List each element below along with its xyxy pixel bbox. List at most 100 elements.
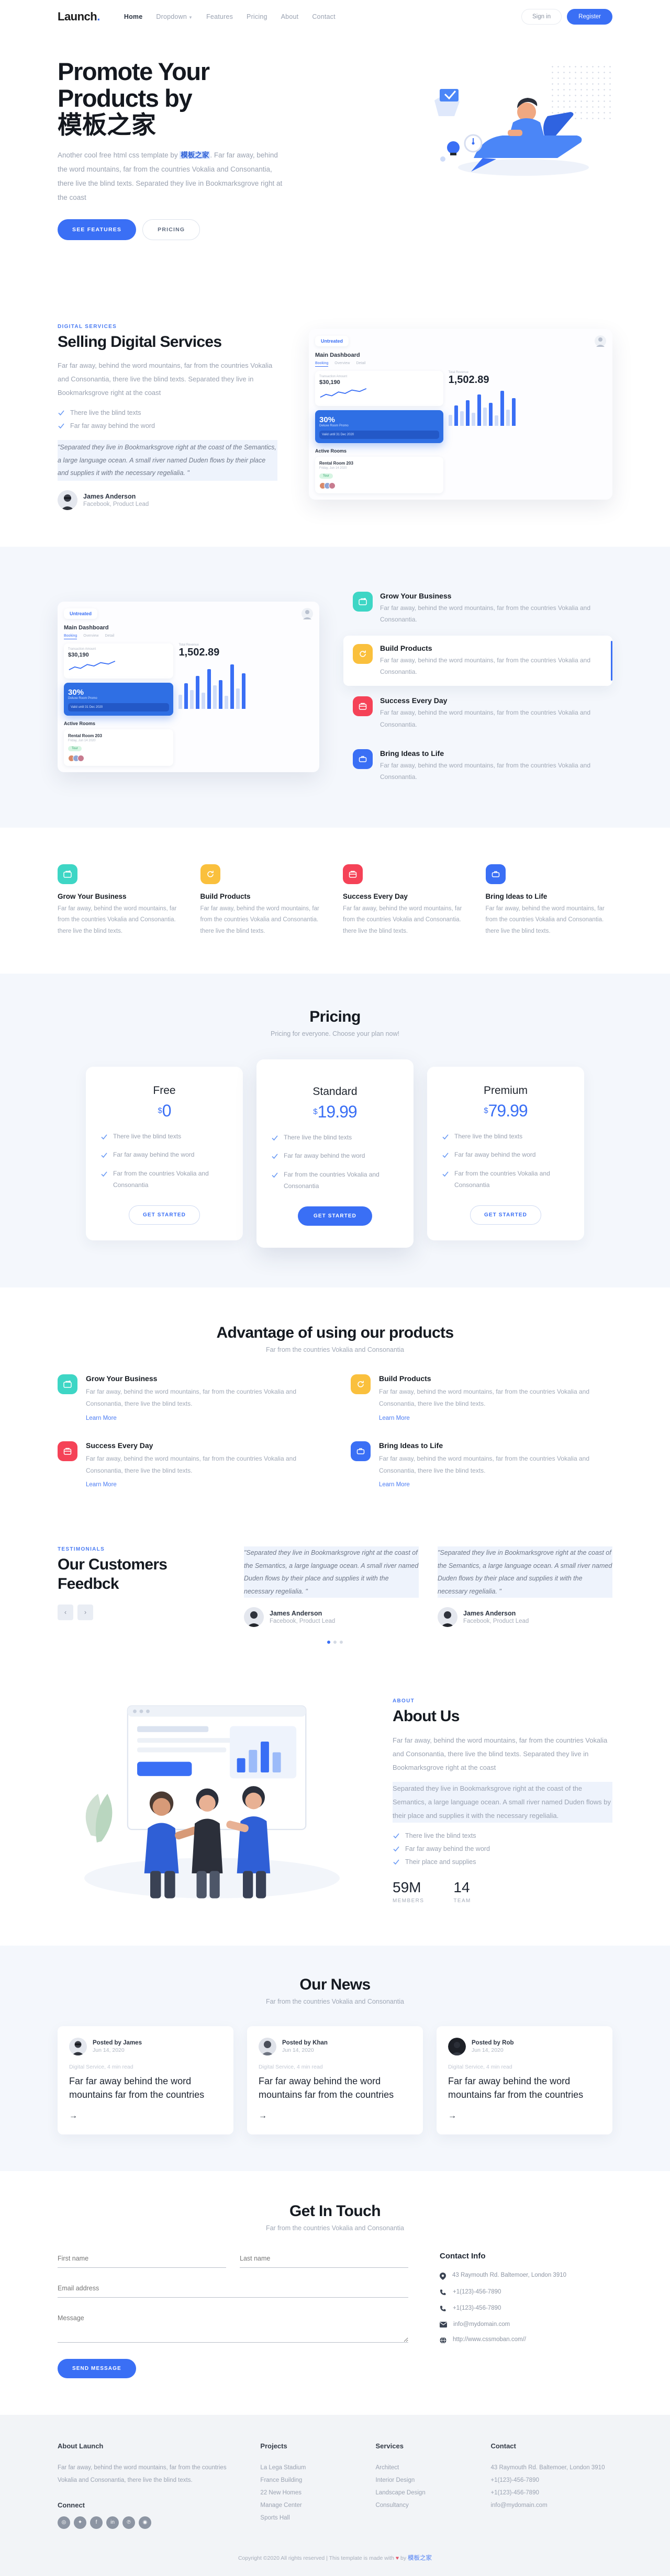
advantage-title-item: Success Every Day	[86, 1441, 153, 1450]
sign-in-button[interactable]: Sign in	[521, 9, 562, 25]
box-icon	[353, 749, 373, 769]
learn-more-link[interactable]: Learn More	[86, 1482, 117, 1488]
contact-website[interactable]: http://www.cssmoban.com//	[453, 2336, 526, 2343]
footer-service-link[interactable]: Consultancy	[375, 2502, 408, 2509]
testimonial-quote: "Separated they live in Bookmarksgrove r…	[438, 1546, 612, 1598]
contact-section: Get In Touch Far from the countries Voka…	[0, 2171, 670, 2415]
avatar	[69, 2038, 87, 2056]
feature-item-bring-ideas-to-life[interactable]: Bring Ideas to Life Far far away, behind…	[343, 741, 612, 791]
tab-detail-2[interactable]: Detail	[105, 634, 114, 639]
nav-item-features[interactable]: Features	[206, 13, 233, 20]
footer-link-item[interactable]: 22 New Homes	[260, 2487, 358, 2499]
footer-project-link[interactable]: France Building	[260, 2477, 302, 2483]
footer-link-item[interactable]: Consultancy	[375, 2499, 473, 2512]
contact-subtitle: Far from the countries Vokalia and Conso…	[265, 2224, 405, 2232]
footer-link-item[interactable]: Manage Center	[260, 2499, 358, 2512]
carousel-dot-active[interactable]	[327, 1640, 330, 1644]
news-card[interactable]: Posted by James Jun 14, 2020 Digital Ser…	[58, 2026, 233, 2134]
send-message-button[interactable]: SEND MESSAGE	[58, 2358, 136, 2378]
get-started-button-premium[interactable]: GET STARTED	[470, 1205, 541, 1225]
globe-icon	[440, 2336, 446, 2344]
see-features-button[interactable]: SEE FEATURES	[58, 219, 137, 240]
news-arrow-link[interactable]: →	[448, 2111, 456, 2121]
dashboard-pill-2[interactable]: Untreated	[64, 608, 98, 619]
footer-project-link[interactable]: Sports Hall	[260, 2515, 289, 2521]
instagram-icon[interactable]: ◎	[58, 2516, 70, 2529]
four-column-grid: Grow Your Business Far far away, behind …	[58, 864, 612, 937]
footer-contact-phone-1[interactable]: +1(123)-456-7890	[490, 2474, 612, 2487]
brand-logo[interactable]: Launch.	[58, 10, 100, 24]
footer-project-link[interactable]: 22 New Homes	[260, 2490, 302, 2496]
last-name-input[interactable]	[240, 2251, 408, 2268]
footer-link-item[interactable]: France Building	[260, 2474, 358, 2487]
plan-feature-label: There live the blind texts	[113, 1132, 182, 1140]
next-testimonial-button[interactable]: ›	[77, 1604, 93, 1620]
learn-more-link[interactable]: Learn More	[379, 1415, 410, 1421]
dashboard-pill[interactable]: Untreated	[315, 335, 349, 346]
tab-overview[interactable]: Overview	[334, 361, 350, 367]
testimonials-section: TESTIMONIALS Our Customers Feedbck ‹ › "…	[0, 1526, 670, 1672]
footer-contact-phone-2[interactable]: +1(123)-456-7890	[490, 2487, 612, 2499]
news-arrow-link[interactable]: →	[259, 2111, 267, 2121]
nav-item-dropdown[interactable]: Dropdown ▼	[156, 13, 193, 20]
room-title: Rental Room 203	[319, 460, 353, 466]
footer-service-link[interactable]: Architect	[375, 2465, 399, 2471]
footer-link-item[interactable]: Sports Hall	[260, 2512, 358, 2524]
facebook-icon[interactable]: f	[90, 2516, 103, 2529]
learn-more-link[interactable]: Learn More	[86, 1415, 117, 1421]
get-started-button-free[interactable]: GET STARTED	[129, 1205, 200, 1225]
news-card[interactable]: Posted by Rob Jun 14, 2020 Digital Servi…	[437, 2026, 612, 2134]
footer-project-link[interactable]: Manage Center	[260, 2502, 302, 2509]
news-card[interactable]: Posted by Khan Jun 14, 2020 Digital Serv…	[247, 2026, 423, 2134]
news-arrow-link[interactable]: →	[69, 2111, 77, 2121]
footer-link-item[interactable]: Landscape Design	[375, 2487, 473, 2499]
footer-contact-email[interactable]: info@mydomain.com	[490, 2499, 612, 2512]
feature-title: Success Every Day	[380, 696, 448, 705]
tab-booking-2[interactable]: Booking	[64, 634, 77, 640]
footer-link-item[interactable]: La Lega Stadium	[260, 2461, 358, 2474]
nav-item-contact[interactable]: Contact	[312, 13, 335, 20]
hero-title: Promote Your Products by	[58, 58, 314, 112]
feature-item-success-every-day[interactable]: Success Every Day Far far away, behind t…	[343, 688, 612, 738]
footer-link-item[interactable]: Interior Design	[375, 2474, 473, 2487]
register-button[interactable]: Register	[567, 9, 612, 25]
nav-item-pricing[interactable]: Pricing	[247, 13, 267, 20]
nav-item-home[interactable]: Home	[124, 13, 143, 20]
feature-item-build-products[interactable]: Build Products Far far away, behind the …	[343, 635, 612, 686]
linkedin-icon[interactable]: in	[106, 2516, 119, 2529]
footer-link-item[interactable]: Architect	[375, 2461, 473, 2474]
contact-email[interactable]: info@mydomain.com	[453, 2321, 510, 2328]
footer-service-link[interactable]: Interior Design	[375, 2477, 415, 2483]
footer-project-link[interactable]: La Lega Stadium	[260, 2465, 306, 2471]
feature-desc: Far far away, behind the word mountains,…	[380, 656, 590, 676]
plan-name: Free	[153, 1084, 176, 1097]
message-textarea[interactable]	[58, 2311, 408, 2343]
get-started-button-standard[interactable]: GET STARTED	[298, 1206, 372, 1226]
contact-phone-2[interactable]: +1(123)-456-7890	[453, 2305, 501, 2311]
plan-feature-label: There live the blind texts	[454, 1132, 523, 1140]
feature-card-build-products: Build Products Far far away, behind the …	[200, 864, 328, 937]
carousel-dot[interactable]	[340, 1640, 343, 1644]
digital-services-section: DIGITAL SERVICES Selling Digital Service…	[0, 287, 670, 547]
prev-testimonial-button[interactable]: ‹	[58, 1604, 73, 1620]
nav-item-about[interactable]: About	[281, 13, 299, 20]
footer-service-link[interactable]: Landscape Design	[375, 2490, 425, 2496]
twitter-icon[interactable]: ✦	[74, 2516, 86, 2529]
contact-phone-1[interactable]: +1(123)-456-7890	[453, 2289, 501, 2295]
carousel-dot[interactable]	[333, 1640, 337, 1644]
plan-features: There live the blind texts Far far away …	[100, 1131, 228, 1191]
pricing-button[interactable]: PRICING	[142, 219, 200, 240]
email-input[interactable]	[58, 2281, 408, 2298]
tab-detail[interactable]: Detail	[356, 361, 365, 367]
tab-overview-2[interactable]: Overview	[83, 634, 98, 639]
pinterest-icon[interactable]: ℗	[122, 2516, 135, 2529]
carousel-dots[interactable]	[58, 1640, 612, 1644]
box-icon	[485, 864, 506, 885]
stat-number: 59M	[393, 1879, 421, 1895]
first-name-input[interactable]	[58, 2251, 226, 2268]
dribbble-icon[interactable]: ◉	[139, 2516, 151, 2529]
tab-booking[interactable]: Booking	[315, 361, 329, 367]
copyright-link[interactable]: 模板之家	[408, 2555, 432, 2561]
feature-item-grow-your-business[interactable]: Grow Your Business Far far away, behind …	[343, 583, 612, 634]
learn-more-link[interactable]: Learn More	[379, 1482, 410, 1488]
